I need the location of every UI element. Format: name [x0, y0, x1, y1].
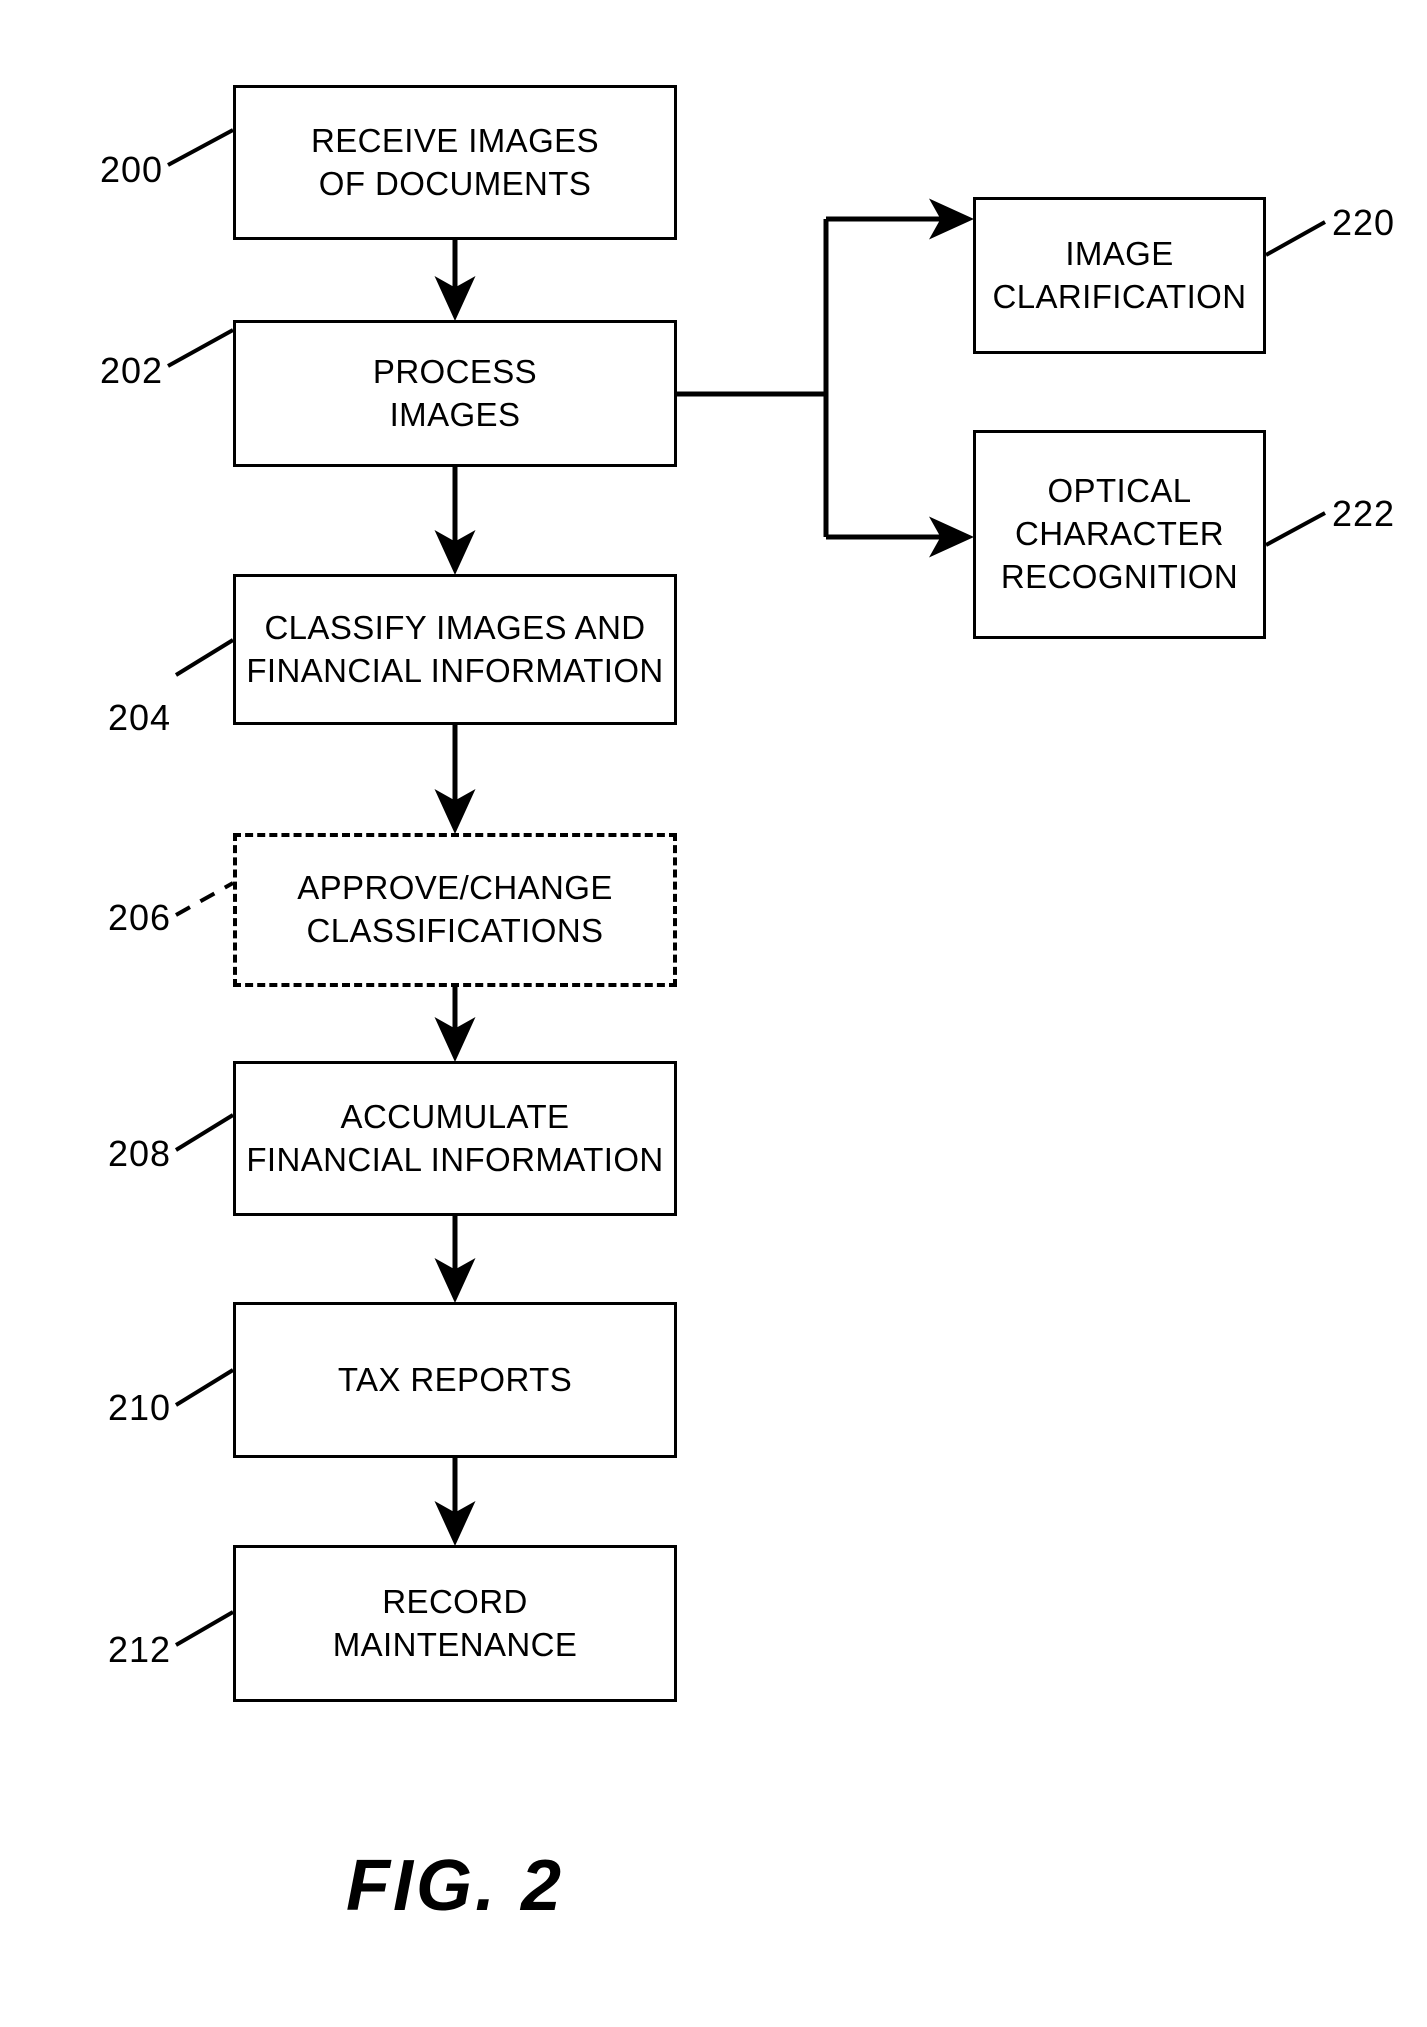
leader-line-212	[174, 1610, 235, 1647]
box-text-line: OPTICAL	[1047, 472, 1192, 510]
leader-line-222	[1265, 511, 1326, 547]
leader-line-206	[175, 881, 234, 917]
process-box-tax-reports[interactable]: TAX REPORTS	[233, 1302, 677, 1458]
leader-line-220	[1265, 220, 1326, 257]
box-text-line: CLASSIFICATIONS	[306, 912, 604, 949]
box-text-line: CHARACTER	[1015, 515, 1224, 553]
leader-line-202	[167, 328, 234, 368]
leader-line-200	[167, 128, 234, 167]
box-text-line: CLASSIFY IMAGES AND	[264, 608, 646, 646]
process-box-image-clarification[interactable]: IMAGE CLARIFICATION	[973, 197, 1266, 354]
leader-line-210	[174, 1368, 235, 1407]
box-text-line: IMAGE	[1065, 234, 1174, 272]
process-box-approve-change-classifications[interactable]: APPROVE/CHANGE CLASSIFICATIONS	[233, 833, 677, 987]
box-text-line: APPROVE/CHANGE	[297, 869, 613, 907]
reference-numeral-208: 208	[108, 1133, 172, 1174]
box-text-line: CLARIFICATION	[992, 277, 1247, 315]
box-text-line: ACCUMULATE	[340, 1097, 570, 1135]
process-box-optical-character-recognition[interactable]: OPTICAL CHARACTER RECOGNITION	[973, 430, 1266, 639]
reference-numeral-206: 206	[108, 897, 172, 938]
box-text-line: RECEIVE IMAGES	[310, 121, 599, 159]
box-text-line: RECORD	[382, 1582, 528, 1620]
figure-caption: FIG. 2	[345, 1846, 565, 1926]
process-box-classify-images[interactable]: CLASSIFY IMAGES AND FINANCIAL INFORMATIO…	[233, 574, 677, 725]
reference-numeral-222: 222	[1332, 493, 1396, 534]
box-text-line: OF DOCUMENTS	[318, 164, 592, 202]
reference-numeral-212: 212	[108, 1629, 172, 1670]
leader-line-204	[174, 638, 235, 677]
reference-numeral-200: 200	[100, 149, 164, 190]
box-text-line: FINANCIAL INFORMATION	[246, 651, 664, 689]
box-text-line: FINANCIAL INFORMATION	[246, 1140, 664, 1178]
process-box-record-maintenance[interactable]: RECORD MAINTENANCE	[233, 1545, 677, 1702]
box-text-line: RECOGNITION	[1000, 557, 1239, 595]
reference-numeral-210: 210	[108, 1387, 172, 1428]
box-text-line: PROCESS	[372, 352, 538, 390]
process-box-receive-images[interactable]: RECEIVE IMAGES OF DOCUMENTS	[233, 85, 677, 240]
reference-numeral-202: 202	[100, 350, 164, 391]
box-text-line: MAINTENANCE	[332, 1625, 578, 1663]
process-box-accumulate-financial-information[interactable]: ACCUMULATE FINANCIAL INFORMATION	[233, 1061, 677, 1216]
box-text-line: IMAGES	[389, 395, 521, 433]
process-box-process-images[interactable]: PROCESS IMAGES	[233, 320, 677, 467]
leader-line-208	[174, 1113, 235, 1152]
reference-numeral-220: 220	[1332, 202, 1396, 243]
patent-figure: RECEIVE IMAGES OF DOCUMENTS 200 PROCESS …	[0, 0, 1427, 2027]
box-text-line: TAX REPORTS	[337, 1360, 573, 1398]
reference-numeral-204: 204	[108, 697, 172, 738]
